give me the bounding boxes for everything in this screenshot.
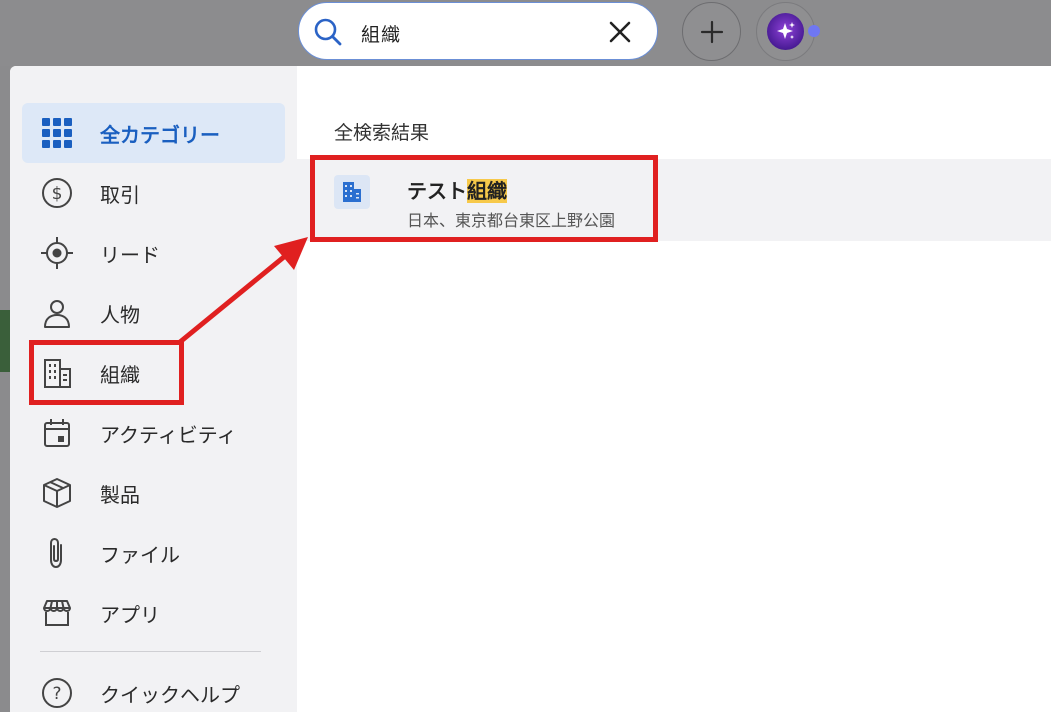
annotation-arrow [177, 237, 308, 345]
